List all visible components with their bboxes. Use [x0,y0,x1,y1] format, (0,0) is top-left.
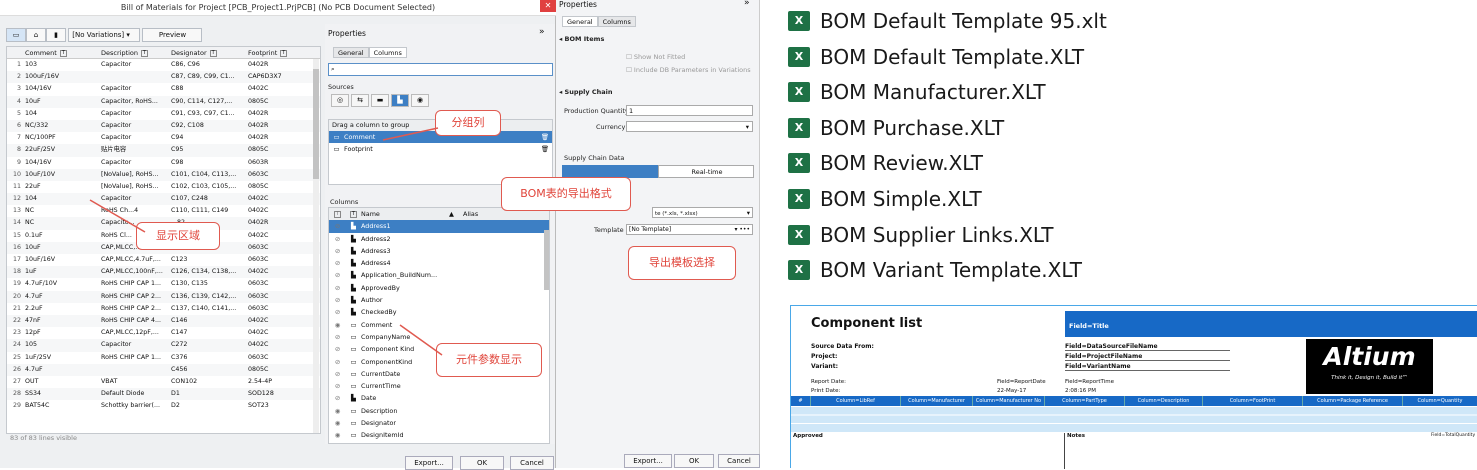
sheet-col-header: # [791,396,811,406]
excel-file-icon: X [788,117,810,138]
excel-file-icon: X [788,153,810,174]
sheet-approved: Approved [793,433,1065,469]
sheet-total: Field=TotalQuantity [1431,433,1476,438]
cancel2-button[interactable]: Cancel [718,454,760,468]
excel-file-icon: X [788,260,810,281]
excel-file-icon: X [788,82,810,103]
prod-qty-label: Production Quantity [564,107,629,115]
template-file-item[interactable]: X BOM Simple.XLT [788,184,982,214]
field-proj: Field=ProjectFileName [1065,353,1230,361]
template-label: Template [594,226,624,234]
properties2-title: Properties [559,0,597,9]
sheet-col-header: Column=Package Reference [1303,396,1403,406]
include-db-check[interactable]: ☐ Include DB Parameters in Variations [626,66,751,74]
sheet-col-header: Column=PartType [1045,396,1125,406]
file-format-select[interactable]: te (*.xls, *.xlsx) ▾ [652,207,753,218]
prod-qty-input[interactable]: 1 [626,105,753,116]
field-report-time: Field=ReportTime [1065,379,1114,385]
variant-label: Variant: [811,363,838,370]
sheet-field-title: Field=Title [1065,311,1477,337]
altium-logo: Altium Think it, Design it, Build it™ [1306,339,1433,394]
currency-select[interactable]: ▾ [626,121,753,132]
field-var: Field=VariantName [1065,363,1230,371]
excel-template-preview: Component list Field=Title Source Data F… [790,305,1477,469]
props2-tabs: General Columns [562,16,636,27]
excel-file-icon: X [788,224,810,245]
excel-file-icon: X [788,11,810,31]
supply-chain-heading: ◂ Supply Chain [559,88,613,96]
template-file-item[interactable]: X BOM Supplier Links.XLT [788,220,1054,250]
excel-file-icon: X [788,189,810,209]
excel-file-icon: X [788,46,810,67]
proj-label: Project: [811,353,838,360]
sheet-col-header: Column=LibRef [811,396,901,406]
field-src: Field=DataSourceFileName [1065,343,1230,351]
sheet-data-rows [791,406,1477,432]
tab2-general[interactable]: General [562,16,598,27]
sheet-title: Component list [811,316,923,331]
sheet-col-header: Column=Manufacturer [901,396,973,406]
template-file-item[interactable]: X BOM Manufacturer.XLT [788,77,1046,107]
template-file-name: BOM Variant Template.XLT [820,258,1082,283]
realtime-toggle[interactable]: Real-time [658,165,754,178]
sheet-col-header: Column=Manufacturer No [973,396,1045,406]
bom-dialog: Bill of Materials for Project [PCB_Proje… [0,0,701,470]
sheet-col-header: Column=Description [1125,396,1203,406]
collapse2-icon[interactable]: » [744,0,750,8]
sheet-col-header: Column=FootPrint [1203,396,1303,406]
template-file-list: X BOM Default Template 95.xlt X BOM Default… [760,0,1477,292]
sheet-notes: Notes [1067,433,1086,439]
template-file-item[interactable]: X BOM Default Template 95.xlt [788,6,1107,36]
sheet-col-header: Column=Quantity [1403,396,1477,406]
ok2-button[interactable]: OK [674,454,714,468]
print-date-label: Print Date: [811,388,841,394]
sheet-column-headers: # Column=LibRef Column=Manufacturer Column=… [791,396,1477,406]
template-file-name: BOM Default Template.XLT [820,44,1085,69]
template-file-item[interactable]: X BOM Default Template.XLT [788,42,1084,72]
export2-button[interactable]: Export... [624,454,672,468]
show-not-fitted-check[interactable]: ☐ Show Not Fitted [626,53,685,61]
src-label: Source Data From: [811,343,874,350]
template-file-name: BOM Simple.XLT [820,187,982,211]
template-file-name: BOM Purchase.XLT [820,115,1005,140]
callout-export-format: BOM表的导出格式 [501,177,631,211]
properties-panel-general: Properties » General Columns ◂ BOM Items … [501,0,760,468]
template-file-name: BOM Review.XLT [820,151,983,176]
value-report-date: 22-May-17 [997,388,1027,394]
template-file-item[interactable]: X BOM Purchase.XLT [788,113,1004,143]
value-report-time: 2:08:16 PM [1065,388,1097,394]
tab2-columns[interactable]: Columns [597,16,636,27]
template-file-item[interactable]: X BOM Variant Template.XLT [788,255,1082,285]
callout-template-select: 导出模板选择 [628,246,736,280]
field-report-date: Field=ReportDate [997,379,1046,385]
report-date-label: Report Date: [811,379,846,385]
supply-data-label: Supply Chain Data [564,154,625,162]
bom-items-heading: ◂ BOM Items [559,35,605,43]
template-file-name: BOM Default Template 95.xlt [820,9,1107,33]
template-file-name: BOM Manufacturer.XLT [820,80,1046,105]
template-file-item[interactable]: X BOM Review.XLT [788,148,983,178]
template-file-name: BOM Supplier Links.XLT [820,222,1054,247]
template-select[interactable]: [No Template] ▾ ••• [626,224,753,235]
currency-label: Currency [596,123,626,131]
